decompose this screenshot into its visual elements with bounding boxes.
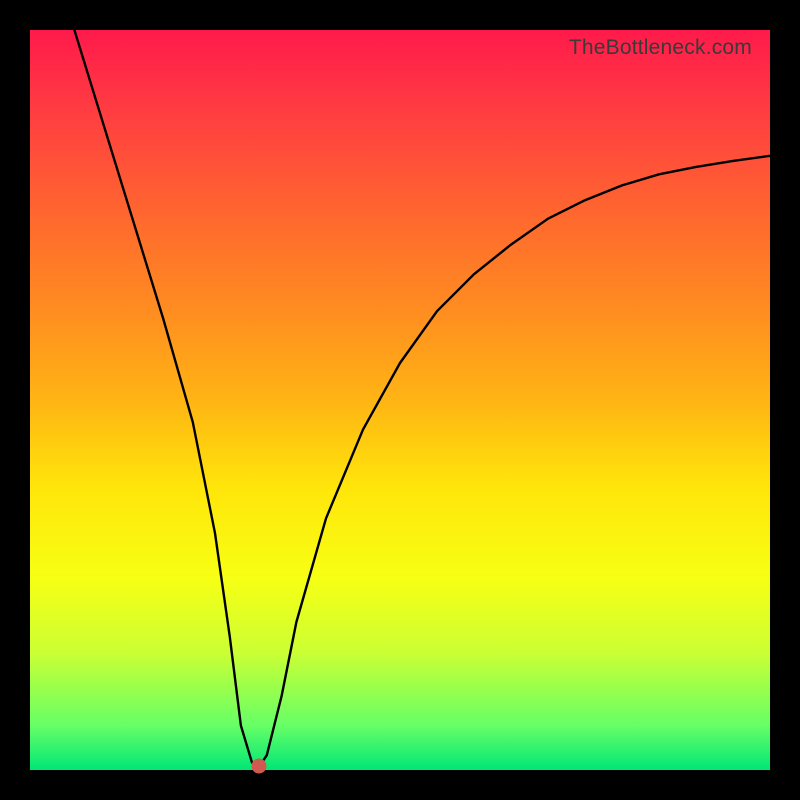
curve-svg [30, 30, 770, 770]
minimum-marker [252, 759, 267, 774]
plot-area: TheBottleneck.com [30, 30, 770, 770]
bottleneck-curve-path [74, 30, 770, 766]
chart-frame: TheBottleneck.com [0, 0, 800, 800]
